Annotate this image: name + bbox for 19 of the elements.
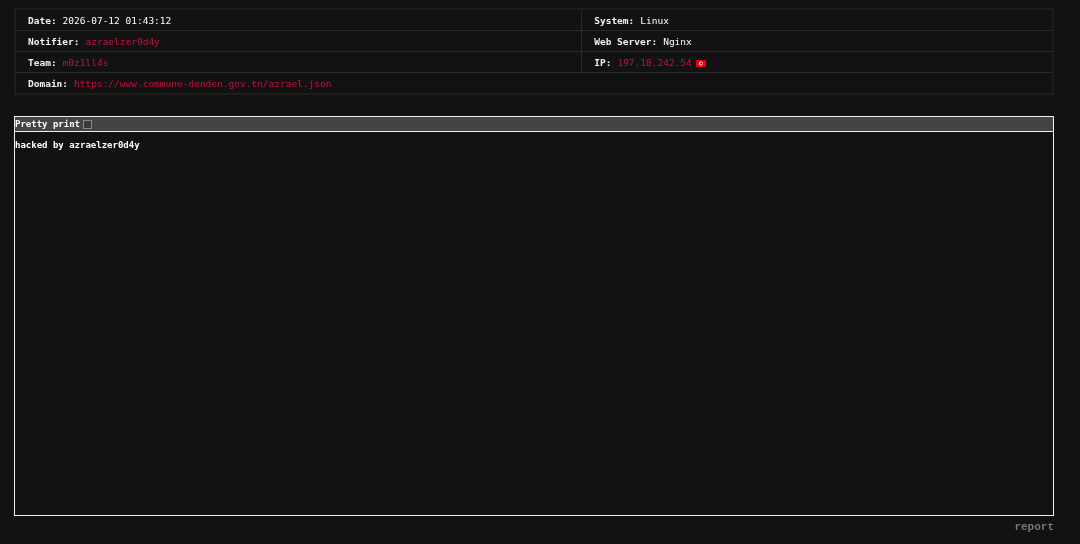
field-value: 2026-07-12 01:43:12 <box>62 14 172 26</box>
field-label: System: <box>594 14 635 26</box>
report-link[interactable]: report <box>1014 521 1054 533</box>
field-value: Nginx <box>663 35 692 47</box>
field-label: Web Server: <box>594 35 658 47</box>
value-link[interactable]: azraelzer0d4y <box>85 35 160 47</box>
field-label: Date: <box>28 14 57 26</box>
pretty-print-checkbox[interactable] <box>83 119 93 129</box>
content-text: hacked by azraelzer0d4y <box>15 139 141 150</box>
field-label: Notifier: <box>28 35 80 47</box>
flag-icon <box>695 59 706 67</box>
field-value: 197.10.242.54 <box>617 56 692 68</box>
field-value: Linux <box>640 14 669 26</box>
value-link[interactable]: https://www.commune-denden.gov.tn/azrael.json <box>74 77 332 89</box>
pretty-print-label: Pretty print <box>15 119 81 129</box>
value-link[interactable]: m0z1ll4s <box>62 56 109 68</box>
field-label: IP: <box>594 56 612 68</box>
field-label: Domain: <box>28 77 69 89</box>
field-label: Team: <box>28 56 57 68</box>
